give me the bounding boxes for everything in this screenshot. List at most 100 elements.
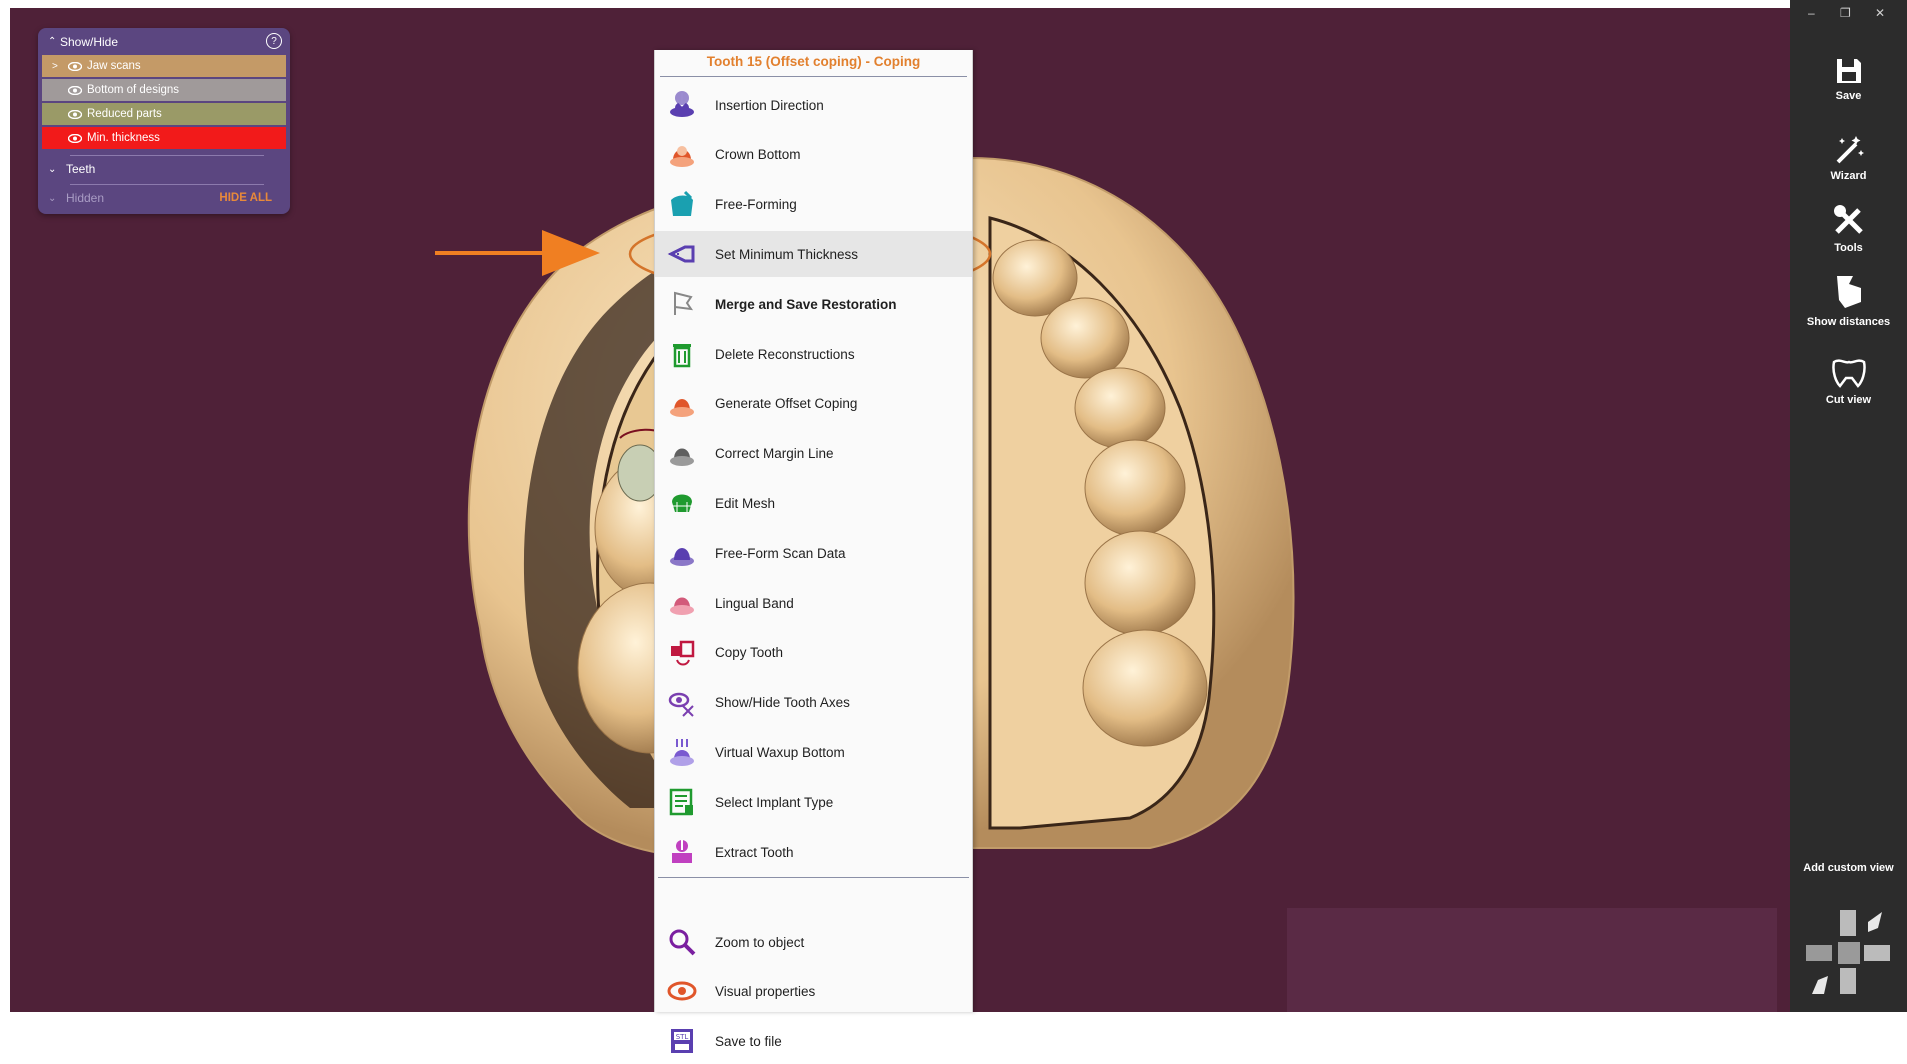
menu-item-label: Set Minimum Thickness	[715, 246, 859, 262]
right-toolbar: – ❐ ✕ Save Wizard Tools Show distances C…	[1790, 0, 1907, 1012]
show-hide-panel: ⌃ Show/Hide ? > Jaw scans Bottom of desi…	[38, 28, 290, 214]
eye-icon[interactable]	[68, 85, 82, 95]
crown-bottom-icon	[670, 145, 694, 167]
menu-item-extract-tooth[interactable]: Extract Tooth	[655, 829, 972, 875]
overview-panel	[1287, 908, 1777, 1012]
menu-item-lingual-band[interactable]: Lingual Band	[655, 580, 972, 626]
teeth-group-toggle[interactable]: ⌄ Teeth	[38, 158, 290, 180]
menu-item-crown-bottom[interactable]: Crown Bottom	[655, 132, 972, 178]
virtual-waxup-icon	[670, 739, 694, 767]
minimize-icon[interactable]: –	[1808, 6, 1815, 20]
menu-item-copy-tooth[interactable]: Copy Tooth	[655, 630, 972, 676]
menu-title: Tooth 15 (Offset coping) - Coping	[706, 54, 921, 69]
show-hide-item-jaw-scans[interactable]: > Jaw scans	[42, 55, 286, 77]
hidden-label: Hidden	[66, 191, 105, 205]
view-cube-icon[interactable]	[1798, 902, 1898, 1002]
generate-offset-coping-icon	[670, 398, 694, 417]
menu-item-label: Save to file	[715, 1033, 782, 1049]
menu-item-free-form-scan-data[interactable]: Free-Form Scan Data	[655, 530, 972, 576]
save-icon	[1836, 59, 1861, 83]
menu-item-label: Edit Mesh	[715, 495, 776, 511]
show-distances-button[interactable]: Show distances	[1790, 272, 1907, 328]
svg-text:STL: STL	[676, 1033, 689, 1041]
menu-item-merge-and-save-restoration[interactable]: Merge and Save Restoration	[655, 281, 972, 327]
menu-item-virtual-waxup-bottom[interactable]: Virtual Waxup Bottom	[655, 729, 972, 775]
save-button[interactable]: Save	[1790, 56, 1907, 102]
stl-file-icon: STL	[671, 1029, 693, 1053]
divider	[70, 184, 264, 185]
wizard-button[interactable]: Wizard	[1790, 132, 1907, 182]
menu-item-edit-mesh[interactable]: Edit Mesh	[655, 480, 972, 526]
menu-item-label: Lingual Band	[715, 595, 794, 611]
magic-wand-icon	[1836, 136, 1864, 164]
divider	[658, 877, 969, 878]
help-icon[interactable]: ?	[266, 33, 282, 49]
menu-item-label: Copy Tooth	[715, 645, 784, 661]
chevron-right-icon[interactable]: >	[52, 61, 58, 72]
menu-item-label: Correct Margin Line	[715, 446, 834, 462]
eye-icon[interactable]	[68, 133, 82, 143]
menu-item-show-hide-tooth-axes[interactable]: Show/Hide Tooth Axes	[655, 680, 972, 726]
merge-save-icon	[674, 291, 694, 316]
eye-icon[interactable]	[68, 109, 82, 119]
menu-item-label: Crown Bottom	[715, 147, 801, 163]
tools-button[interactable]: Tools	[1790, 202, 1907, 254]
cut-view-icon	[1831, 359, 1866, 388]
correct-margin-line-icon	[670, 448, 694, 466]
zoom-icon	[669, 929, 696, 956]
menu-item-insertion-direction[interactable]: Insertion Direction	[655, 82, 972, 128]
menu-item-free-forming[interactable]: Free-Forming	[655, 182, 972, 228]
show-hide-item-label: Min. thickness	[87, 132, 160, 144]
extract-tooth-icon	[672, 840, 692, 863]
show-hide-item-min-thickness[interactable]: Min. thickness	[42, 127, 286, 149]
show-hide-item-bottom-of-designs[interactable]: Bottom of designs	[42, 79, 286, 101]
menu-item-delete-reconstructions[interactable]: Delete Reconstructions	[655, 331, 972, 377]
show-hide-item-label: Reduced parts	[87, 108, 162, 120]
tooth-context-menu: Tooth 15 (Offset coping) - Coping Insert…	[654, 50, 973, 1053]
show-distances-icon	[1836, 276, 1861, 308]
set-minimum-thickness-icon	[667, 245, 695, 263]
free-form-scan-data-icon	[670, 548, 694, 567]
eye-icon	[667, 981, 697, 1001]
menu-item-label: Free-Forming	[715, 197, 797, 213]
menu-item-label: Virtual Waxup Bottom	[715, 744, 845, 760]
close-icon[interactable]: ✕	[1875, 6, 1885, 20]
chevron-down-icon: ⌄	[48, 163, 57, 175]
divider	[70, 155, 264, 156]
menu-item-zoom-to-object[interactable]: Zoom to object	[655, 919, 972, 965]
show-hide-item-label: Bottom of designs	[87, 84, 180, 96]
show-hide-item-reduced-parts[interactable]: Reduced parts	[42, 103, 286, 125]
chevron-down-icon: ⌄	[48, 192, 57, 204]
menu-item-label: Merge and Save Restoration	[715, 296, 897, 312]
menu-item-visual-properties[interactable]: Visual properties	[655, 968, 972, 1014]
implant-type-icon	[669, 788, 693, 816]
lingual-band-icon	[670, 597, 694, 615]
menu-item-correct-margin-line[interactable]: Correct Margin Line	[655, 431, 972, 477]
restore-icon[interactable]: ❐	[1840, 6, 1851, 20]
menu-item-label: Extract Tooth	[715, 844, 794, 860]
menu-item-label: Free-Form Scan Data	[715, 545, 846, 561]
hide-all-button[interactable]: HIDE ALL	[219, 192, 272, 204]
menu-item-label: Generate Offset Coping	[715, 396, 858, 412]
show-hide-item-label: Jaw scans	[87, 60, 141, 72]
cut-view-button[interactable]: Cut view	[1790, 356, 1907, 406]
edit-mesh-icon	[672, 494, 692, 513]
copy-tooth-icon	[671, 640, 695, 666]
trash-icon	[673, 344, 691, 368]
menu-item-set-minimum-thickness[interactable]: Set Minimum Thickness	[655, 231, 972, 278]
menu-item-generate-offset-coping[interactable]: Generate Offset Coping	[655, 381, 972, 427]
show-hide-header[interactable]: ⌃ Show/Hide ?	[38, 28, 290, 55]
hidden-group-toggle[interactable]: ⌄ Hidden HIDE ALL	[38, 187, 290, 209]
divider	[660, 76, 967, 77]
insertion-direction-icon	[670, 91, 694, 117]
menu-item-label: Show/Hide Tooth Axes	[715, 695, 850, 711]
teeth-label: Teeth	[66, 162, 96, 176]
chevron-up-icon: ⌃	[48, 36, 57, 47]
menu-item-save-to-file[interactable]: STL Save to file	[655, 1018, 972, 1064]
tools-icon	[1833, 205, 1863, 234]
tooth-axes-icon	[668, 692, 694, 717]
menu-item-select-implant-type[interactable]: Select Implant Type	[655, 779, 972, 825]
add-custom-view-label[interactable]: Add custom view	[1790, 862, 1907, 874]
menu-item-label: Insertion Direction	[715, 97, 824, 113]
eye-icon[interactable]	[68, 61, 82, 71]
